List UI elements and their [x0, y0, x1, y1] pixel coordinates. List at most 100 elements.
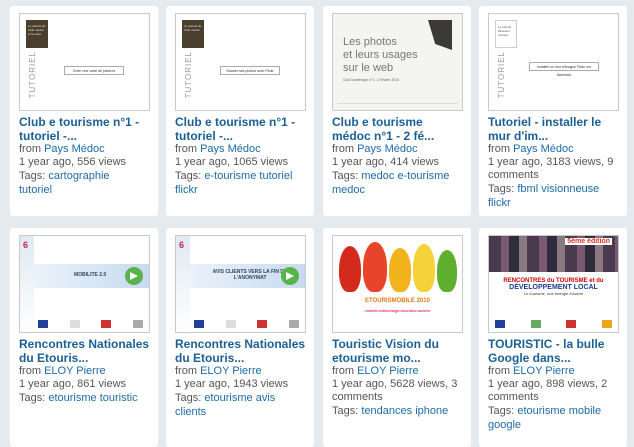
slide-card[interactable]: Le tutoriel du Club médoc et la carte TU…	[10, 6, 158, 216]
author-link[interactable]: Pays Médoc	[513, 143, 574, 155]
thumb-vertical-text: TUTORIEL	[184, 50, 193, 98]
slide-card[interactable]: 6 MOBILITE 2.0 Rencontres Nationales du …	[10, 228, 158, 447]
slide-stats: 1 year ago, 556 views	[19, 156, 127, 168]
slide-stats: 1 year ago, 414 views	[332, 156, 440, 168]
slide-card[interactable]: 5ème édition RENCONTRES du TOURISME et d…	[479, 228, 627, 447]
tag-link[interactable]: tendances	[361, 405, 412, 417]
slide-title[interactable]: Rencontres Nationales du Etouris...	[175, 337, 306, 365]
tag-link[interactable]: etourisme	[48, 392, 96, 404]
slide-title[interactable]: Club e tourisme n°1 - tutoriel -...	[175, 115, 306, 143]
tag-link[interactable]: google	[488, 419, 521, 431]
thumb-title-block: Le tutoriel Réseaux sociaux	[495, 20, 517, 48]
thumb-partner-logos	[194, 320, 299, 328]
slide-title[interactable]: Touristic Vision du etourisme mo...	[332, 337, 463, 365]
author-link[interactable]: ELOY Pierre	[44, 365, 106, 377]
slide-thumbnail[interactable]: Les photos et leurs usages sur le web Cl…	[332, 13, 463, 111]
tag-link[interactable]: e-tourisme	[204, 170, 256, 182]
thumb-vertical-text: TUTORIEL	[497, 50, 506, 98]
thumb-banner: RENCONTRES du TOURISME et du DÉVELOPPEME…	[489, 272, 618, 312]
slide-tags: Tags: fbml visionneuse flickr	[488, 183, 600, 209]
thumb-logo: 6	[23, 240, 29, 250]
tag-link[interactable]: flickr	[488, 197, 511, 209]
slide-tags: Tags: cartographie tutoriel	[19, 170, 110, 196]
arrow-right-icon	[125, 267, 143, 285]
tag-link[interactable]: flickr	[175, 184, 198, 196]
thumb-subtitle: mobilemultisocialgeotouristicmachine	[364, 308, 431, 313]
slide-tags: Tags: etourisme touristic	[19, 392, 138, 404]
tag-link[interactable]: iphone	[415, 405, 448, 417]
tag-link[interactable]: touristic	[100, 392, 138, 404]
author-link[interactable]: ELOY Pierre	[513, 365, 575, 377]
thumb-subtitle: Club Numérique n°1 • 2 février 2010	[343, 78, 400, 82]
slide-tags: Tags: medoc e-tourisme medoc	[332, 170, 450, 196]
thumb-side-stripe	[20, 236, 34, 332]
slide-author-line: from Pays Médoc	[488, 143, 574, 155]
author-link[interactable]: Pays Médoc	[44, 143, 105, 155]
slide-card[interactable]: 6 AVIS CLIENTS VERS LA FIN DE L'ANONYMAT…	[166, 228, 314, 447]
tag-link[interactable]: tutoriel	[259, 170, 292, 182]
author-link[interactable]: ELOY Pierre	[357, 365, 419, 377]
slide-tags: Tags: e-tourisme tutoriel flickr	[175, 170, 293, 196]
slide-thumbnail[interactable]: Le tutoriel du Club médoc et la carte TU…	[19, 13, 150, 111]
thumb-title-block: Le tutoriel du Club médoc et la carte	[26, 20, 48, 48]
slide-thumbnail[interactable]: 6 AVIS CLIENTS VERS LA FIN DE L'ANONYMAT	[175, 235, 306, 333]
slide-thumbnail[interactable]: Le tutoriel Réseaux sociaux TUTORIEL Ins…	[488, 13, 619, 111]
author-link[interactable]: ELOY Pierre	[200, 365, 262, 377]
tag-link[interactable]: etourisme	[204, 392, 252, 404]
slide-author-line: from ELOY Pierre	[175, 365, 262, 377]
slide-card[interactable]: Le tutoriel du Club médoc TUTORIEL Stock…	[166, 6, 314, 216]
slide-stats: 1 year ago, 3183 views, 9 comments	[488, 156, 614, 181]
slide-author-line: from ELOY Pierre	[332, 365, 419, 377]
thumb-side-stripe	[176, 236, 190, 332]
tag-link[interactable]: medoc	[332, 184, 365, 196]
slide-thumbnail[interactable]: 6 MOBILITE 2.0	[19, 235, 150, 333]
thumb-title-block: Le tutoriel du Club médoc	[182, 20, 204, 48]
tag-link[interactable]: medoc	[361, 170, 394, 182]
thumb-divider	[337, 103, 458, 104]
thumb-box-text: Stocker ses photos avec Flickr	[220, 66, 280, 75]
thumb-logo: 6	[179, 240, 185, 250]
slide-tags: Tags: tendances iphone	[332, 405, 449, 417]
thumb-banner: ETOURISMOBILE 2010	[365, 298, 430, 304]
tag-link[interactable]: e-tourisme	[397, 170, 449, 182]
tag-link[interactable]: tutoriel	[19, 184, 52, 196]
tag-link[interactable]: avis	[256, 392, 276, 404]
slide-card[interactable]: ETOURISMOBILE 2010 mobilemultisocialgeot…	[323, 228, 471, 447]
tag-link[interactable]: fbml	[517, 183, 538, 195]
author-link[interactable]: Pays Médoc	[357, 143, 418, 155]
slide-stats: 1 year ago, 861 views	[19, 378, 127, 390]
tag-link[interactable]: etourisme	[517, 405, 565, 417]
arrow-right-icon	[281, 267, 299, 285]
author-link[interactable]: Pays Médoc	[200, 143, 261, 155]
slide-author-line: from Pays Médoc	[332, 143, 418, 155]
thumb-box-text: Installer un mur d'images Flickr sur fac…	[529, 62, 599, 77]
thumb-vertical-text: TUTORIEL	[28, 50, 37, 98]
slide-thumbnail[interactable]: 5ème édition RENCONTRES du TOURISME et d…	[488, 235, 619, 333]
thumb-headline: Les photos et leurs usages sur le web	[343, 36, 418, 74]
thumb-edition: 5ème édition	[565, 238, 612, 245]
thumb-box-text: Créer une carte de pictures	[64, 66, 124, 75]
slide-stats: 1 year ago, 1065 views	[175, 156, 289, 168]
slide-title[interactable]: Tutoriel - installer le mur d'im...	[488, 115, 619, 143]
tag-link[interactable]: mobile	[569, 405, 601, 417]
slide-thumbnail[interactable]: Le tutoriel du Club médoc TUTORIEL Stock…	[175, 13, 306, 111]
tag-link[interactable]: visionneuse	[541, 183, 599, 195]
tag-link[interactable]: clients	[175, 406, 206, 418]
slide-title[interactable]: Club e tourisme n°1 - tutoriel -...	[19, 115, 150, 143]
slide-author-line: from Pays Médoc	[19, 143, 105, 155]
thumb-peppers-image	[333, 240, 462, 294]
slide-tags: Tags: etourisme avis clients	[175, 392, 276, 418]
slide-card[interactable]: Le tutoriel Réseaux sociaux TUTORIEL Ins…	[479, 6, 627, 216]
slide-card[interactable]: Les photos et leurs usages sur le web Cl…	[323, 6, 471, 216]
slide-author-line: from ELOY Pierre	[488, 365, 575, 377]
slide-stats: 1 year ago, 5628 views, 3 comments	[332, 378, 458, 403]
slide-title[interactable]: Club e tourisme médoc n°1 - 2 fé...	[332, 115, 463, 143]
slide-thumbnail[interactable]: ETOURISMOBILE 2010 mobilemultisocialgeot…	[332, 235, 463, 333]
slide-author-line: from ELOY Pierre	[19, 365, 106, 377]
tag-link[interactable]: cartographie	[48, 170, 109, 182]
thumb-partner-logos	[495, 320, 612, 328]
slide-title[interactable]: Rencontres Nationales du Etouris...	[19, 337, 150, 365]
slide-tags: Tags: etourisme mobile google	[488, 405, 602, 431]
slide-title[interactable]: TOURISTIC - la bulle Google dans...	[488, 337, 619, 365]
slide-author-line: from Pays Médoc	[175, 143, 261, 155]
